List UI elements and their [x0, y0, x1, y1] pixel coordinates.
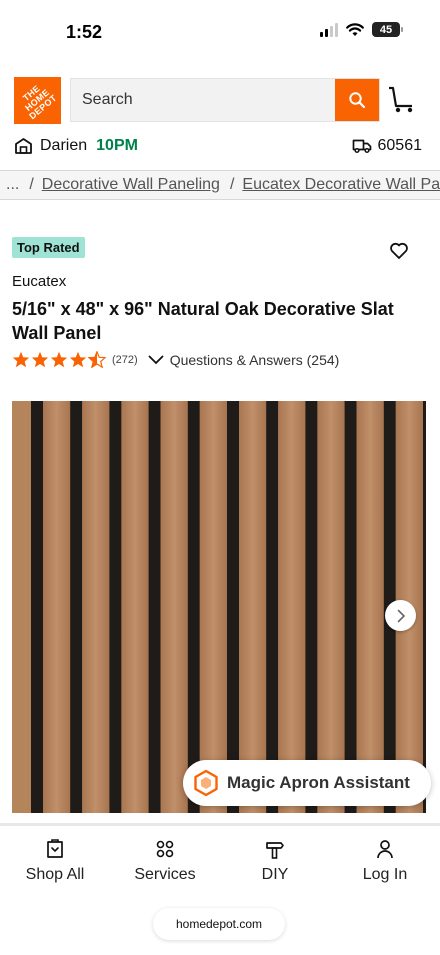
- search-input[interactable]: [71, 79, 335, 121]
- wood-slat: [121, 401, 149, 813]
- browser-url-bar[interactable]: homedepot.com: [153, 908, 285, 940]
- battery-icon: 45: [372, 22, 403, 37]
- wood-slat: [239, 401, 267, 813]
- review-count[interactable]: (272): [112, 354, 138, 366]
- star-icon: [31, 351, 49, 368]
- half-star-icon: [88, 351, 106, 368]
- chevron-right-icon: [397, 609, 405, 622]
- status-icons: 45: [320, 22, 403, 37]
- chevron-down-icon[interactable]: [148, 355, 164, 365]
- product-brand[interactable]: Eucatex: [12, 273, 66, 290]
- favorite-heart-icon[interactable]: [389, 241, 409, 261]
- wood-slat: [278, 401, 306, 813]
- wood-slat: [43, 401, 71, 813]
- star-rating[interactable]: [12, 351, 106, 368]
- slat-panel-image: [12, 401, 426, 813]
- shop-all-icon: [47, 839, 63, 858]
- wood-slat: [317, 401, 345, 813]
- nav-label: DIY: [261, 866, 289, 883]
- store-selector[interactable]: Darien 10PM: [14, 137, 138, 155]
- search-bar: [70, 78, 380, 122]
- breadcrumb-link-product[interactable]: Eucatex Decorative Wall Pan: [242, 176, 440, 193]
- slat-gap: [109, 401, 122, 813]
- nav-services[interactable]: Services: [110, 828, 220, 890]
- search-icon: [349, 92, 366, 109]
- delivery-zip[interactable]: 60561: [352, 137, 423, 155]
- breadcrumb-link-wall-paneling[interactable]: Decorative Wall Paneling: [42, 176, 220, 193]
- diy-icon: [266, 842, 284, 859]
- logo-text: THE HOME DEPOT: [20, 83, 59, 122]
- truck-icon: [352, 139, 371, 154]
- image-next-button[interactable]: [385, 600, 416, 631]
- wood-slat: [82, 401, 110, 813]
- services-icon: [156, 840, 174, 858]
- star-icon: [12, 351, 30, 368]
- star-icon: [69, 351, 87, 368]
- slat-gap: [227, 401, 239, 813]
- breadcrumb-ellipsis[interactable]: ...: [6, 176, 19, 193]
- cart-icon[interactable]: [386, 84, 416, 114]
- nav-label: Log In: [362, 866, 408, 883]
- slat-gap: [70, 401, 83, 813]
- user-icon: [377, 840, 393, 859]
- wood-slat: [199, 401, 227, 813]
- magic-apron-assistant-button[interactable]: Magic Apron Assistant: [183, 760, 431, 806]
- store-row: Darien 10PM 60561: [0, 135, 440, 161]
- bottom-nav: Shop All Services DIY Log In: [0, 828, 440, 890]
- home-depot-logo[interactable]: THE HOME DEPOT: [14, 77, 61, 124]
- nav-log-in[interactable]: Log In: [330, 828, 440, 890]
- slat-gap: [148, 401, 161, 813]
- top-rated-badge: Top Rated: [12, 237, 85, 258]
- nav-label: Services: [134, 866, 196, 883]
- wifi-icon: [346, 22, 364, 36]
- nav-diy[interactable]: DIY: [220, 828, 330, 890]
- magic-apron-hexagon-icon: [194, 769, 218, 797]
- status-bar: 1:52 45: [0, 0, 440, 64]
- signal-icon: [320, 22, 338, 37]
- slat-gap: [187, 401, 200, 813]
- store-icon: [15, 138, 32, 154]
- breadcrumb: ... / Decorative Wall Paneling / Eucatex Dec…: [0, 170, 440, 200]
- slat-gap: [305, 401, 318, 813]
- star-icon: [50, 351, 68, 368]
- slat-gap: [266, 401, 279, 813]
- site-header: THE HOME DEPOT: [0, 70, 440, 132]
- product-image[interactable]: [12, 401, 426, 813]
- slat-gap: [31, 401, 43, 813]
- product-title: 5/16" x 48" x 96" Natural Oak Decorative…: [12, 299, 394, 343]
- wood-slat: [160, 401, 188, 813]
- slat-gap: [344, 401, 357, 813]
- nav-shop-all[interactable]: Shop All: [0, 828, 110, 890]
- magic-apron-label: Magic Apron Assistant: [227, 773, 410, 792]
- nav-label: Shop All: [25, 866, 85, 883]
- search-button[interactable]: [335, 79, 379, 121]
- ratings-row: (272) Questions & Answers (254): [12, 351, 339, 368]
- status-time: 1:52: [66, 22, 103, 42]
- questions-answers-link[interactable]: Questions & Answers (254): [170, 352, 340, 368]
- bottom-divider: [0, 823, 440, 826]
- store-hours: 10PM: [96, 137, 138, 154]
- slat-gap: [423, 401, 426, 813]
- zip-code: 60561: [377, 137, 423, 154]
- store-name: Darien: [40, 137, 88, 154]
- wood-slat: [356, 401, 384, 813]
